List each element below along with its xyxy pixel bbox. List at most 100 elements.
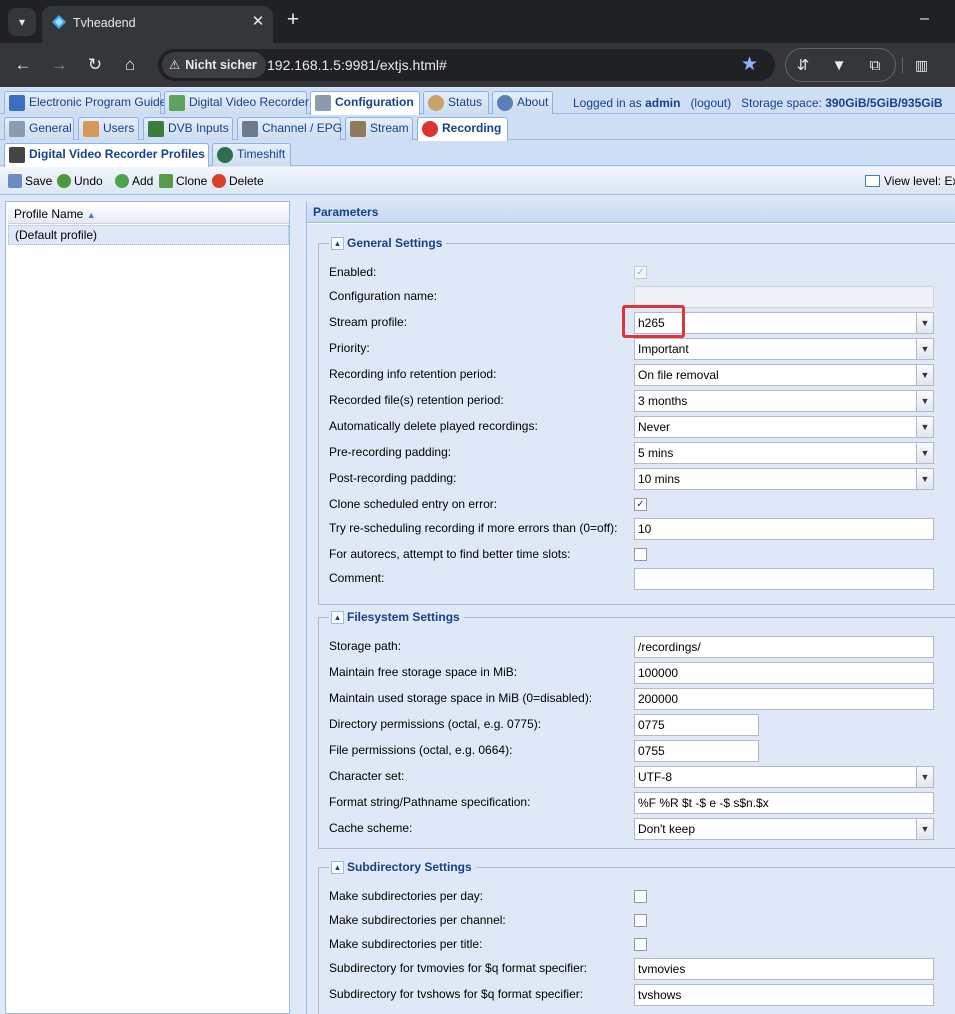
info-icon [497, 95, 513, 111]
info-retention-value: On file removal [638, 368, 719, 382]
save-icon [8, 174, 22, 188]
chevron-down-icon[interactable]: ▼ [916, 339, 933, 359]
charset-select[interactable]: UTF-8 ▼ [634, 766, 934, 788]
bookmark-star-icon[interactable]: ★ [741, 53, 758, 76]
chevron-down-icon[interactable]: ▼ [916, 767, 933, 787]
chevron-down-icon[interactable]: ▼ [916, 365, 933, 385]
translate-icon[interactable]: ⇵ [792, 55, 814, 77]
clone-icon [159, 174, 173, 188]
subdirectory-settings-legend[interactable]: ▲ Subdirectory Settings [329, 859, 476, 875]
undo-button[interactable]: Undo [57, 173, 103, 189]
enabled-row: Enabled: ✓ [329, 262, 949, 284]
per-title-checkbox[interactable] [634, 938, 647, 951]
tv-icon [242, 121, 258, 137]
autorec-checkbox[interactable] [634, 548, 647, 561]
delete-button[interactable]: Delete [212, 173, 264, 189]
collapse-icon[interactable]: ▲ [331, 237, 344, 250]
free-space-label: Maintain free storage space in MiB: [329, 665, 518, 679]
tab-channel-epg[interactable]: Channel / EPG [237, 117, 342, 140]
tab-users[interactable]: Users [78, 117, 139, 140]
view-level-label: View level: Exp [884, 174, 955, 188]
pre-padding-row: Pre-recording padding: 5 mins ▼ [329, 442, 949, 464]
clone-button[interactable]: Clone [159, 173, 207, 189]
format-input[interactable]: %F %R $t -$ e -$ s$n.$x [634, 792, 934, 814]
priority-select[interactable]: Important ▼ [634, 338, 934, 360]
used-space-input[interactable]: 200000 [634, 688, 934, 710]
security-chip[interactable]: ⚠ Nicht sicher [162, 52, 266, 78]
tab-about[interactable]: About [492, 91, 553, 114]
chevron-down-icon[interactable]: ▼ [916, 443, 933, 463]
retry-input[interactable]: 10 [634, 518, 934, 540]
tab-recording[interactable]: Recording [417, 117, 508, 141]
comment-input[interactable] [634, 568, 934, 590]
storage-path-label: Storage path: [329, 639, 402, 653]
storage-value: 390GiB/5GiB/935GiB [825, 96, 943, 110]
chevron-down-icon[interactable]: ▼ [916, 391, 933, 411]
clone-error-checkbox[interactable]: ✓ [634, 498, 647, 511]
enabled-checkbox[interactable]: ✓ [634, 266, 647, 279]
cache-select[interactable]: Don't keep ▼ [634, 818, 934, 840]
card-icon [148, 121, 164, 137]
autorec-label: For autorecs, attempt to find better tim… [329, 547, 571, 561]
chevron-down-icon[interactable]: ▼ [916, 819, 933, 839]
collapse-icon[interactable]: ▲ [331, 611, 344, 624]
tab-configuration[interactable]: Configuration [310, 91, 420, 115]
tab-search-button[interactable]: ▾ [8, 8, 36, 36]
tvmovies-input[interactable]: tvmovies [634, 958, 934, 980]
panel-title: Parameters [307, 201, 955, 223]
tab-configuration-label: Configuration [335, 95, 414, 109]
tab-epg[interactable]: Electronic Program Guide [4, 91, 166, 114]
new-tab-button[interactable]: + [283, 9, 303, 32]
storage-path-input[interactable]: /recordings/ [634, 636, 934, 658]
add-label: Add [132, 174, 154, 188]
warning-icon: ⚠ [169, 58, 181, 72]
table-row[interactable]: (Default profile) [8, 225, 289, 245]
pre-padding-select[interactable]: 5 mins ▼ [634, 442, 934, 464]
tab-users-label: Users [103, 121, 135, 135]
extensions-group: ⇵ ▼ ⧉ [785, 48, 896, 82]
filesystem-settings-legend[interactable]: ▲ Filesystem Settings [329, 609, 464, 625]
free-space-input[interactable]: 100000 [634, 662, 934, 684]
post-padding-select[interactable]: 10 mins ▼ [634, 468, 934, 490]
add-button[interactable]: Add [115, 173, 153, 189]
file-retention-label: Recorded file(s) retention period: [329, 393, 504, 407]
grid-column-header[interactable]: Profile Name ▲ [8, 204, 289, 224]
auto-delete-select[interactable]: Never ▼ [634, 416, 934, 438]
reload-icon[interactable]: ↻ [82, 52, 108, 78]
url-text[interactable]: 192.168.1.5:9981/extjs.html# [267, 57, 447, 73]
chevron-down-icon[interactable]: ▼ [916, 469, 933, 489]
browser-tab[interactable]: Tvheadend ✕ [42, 6, 273, 43]
tab-dvb-inputs[interactable]: DVB Inputs [143, 117, 233, 140]
back-icon[interactable]: ← [10, 52, 36, 78]
tab-dvr-profiles[interactable]: Digital Video Recorder Profiles [4, 143, 209, 167]
file-perm-input[interactable]: 0755 [634, 740, 759, 762]
browser-tabstrip: ▾ Tvheadend ✕ + – [0, 0, 955, 43]
chevron-down-icon[interactable]: ▼ [916, 313, 933, 333]
view-level-button[interactable]: View level: Exp [865, 173, 955, 189]
dir-perm-input[interactable]: 0775 [634, 714, 759, 736]
general-settings-legend[interactable]: ▲ General Settings [329, 235, 447, 251]
per-day-checkbox[interactable] [634, 890, 647, 903]
file-retention-select[interactable]: 3 months ▼ [634, 390, 934, 412]
close-tab-icon[interactable]: ✕ [248, 12, 268, 32]
chevron-down-icon[interactable]: ▼ [916, 417, 933, 437]
per-channel-checkbox[interactable] [634, 914, 647, 927]
tvshows-input[interactable]: tvshows [634, 984, 934, 1006]
tab-general[interactable]: General [4, 117, 74, 140]
address-bar[interactable]: ⚠ Nicht sicher 192.168.1.5:9981/extjs.ht… [158, 49, 775, 81]
charset-row: Character set: UTF-8 ▼ [329, 766, 949, 788]
collapse-icon[interactable]: ▲ [331, 861, 344, 874]
tab-status[interactable]: Status [423, 91, 489, 114]
tab-timeshift[interactable]: Timeshift [212, 143, 291, 166]
puzzle-icon[interactable]: ⧉ [864, 55, 886, 77]
vivaldi-extension-icon[interactable]: ▼ [828, 55, 850, 77]
tab-stream[interactable]: Stream [345, 117, 413, 140]
logout-link[interactable]: (logout) [690, 96, 731, 110]
home-icon[interactable]: ⌂ [117, 52, 143, 78]
minimize-window-icon[interactable]: – [920, 10, 940, 28]
reading-list-icon[interactable]: ▥ [915, 57, 928, 74]
save-button[interactable]: Save [8, 173, 52, 189]
info-retention-select[interactable]: On file removal ▼ [634, 364, 934, 386]
tab-dvr[interactable]: Digital Video Recorder [164, 91, 309, 114]
forward-icon[interactable]: → [46, 52, 72, 78]
